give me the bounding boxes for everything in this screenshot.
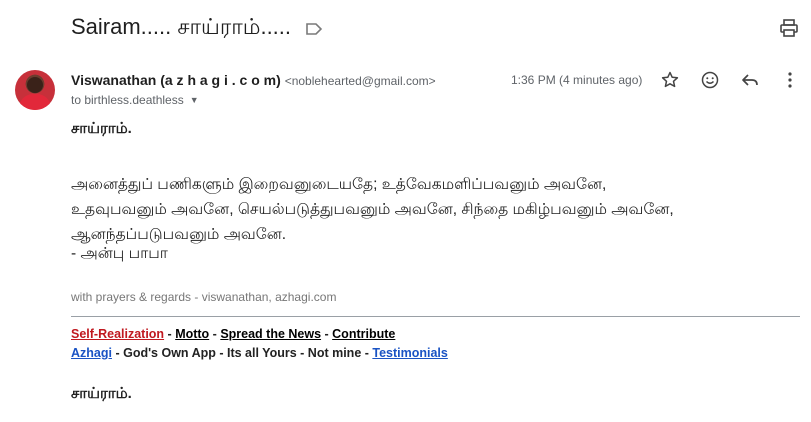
- subject-text: Sairam..... சாய்ராம்.....: [71, 14, 292, 39]
- recipient-text: to birthless.deathless: [71, 93, 184, 107]
- closing-text: சாய்ராம்.: [71, 385, 132, 402]
- print-icon[interactable]: [779, 18, 799, 38]
- message-body: அனைத்துப் பணிகளும் இறைவனுடையதே; உத்வேகமள…: [71, 172, 674, 247]
- separator: -: [164, 327, 176, 341]
- body-line-2: உதவுபவனும் அவனே, செயல்படுத்துபவனும் அவனே…: [71, 201, 674, 218]
- email-subject: Sairam..... சாய்ராம்.....: [71, 14, 323, 43]
- signature-text: - அன்பு பாபா: [71, 245, 168, 262]
- azhagi-link[interactable]: Azhagi: [71, 346, 112, 360]
- self-realization-link[interactable]: Self-Realization: [71, 327, 164, 341]
- signature-divider: [71, 316, 800, 317]
- reply-icon[interactable]: [740, 70, 760, 90]
- regards-text: with prayers & regards - viswanathan, az…: [71, 290, 337, 304]
- motto-link[interactable]: Motto: [175, 327, 209, 341]
- signature-links-row-1: Self-Realization - Motto - Spread the Ne…: [71, 327, 395, 341]
- sender-email: <noblehearted@gmail.com>: [284, 74, 436, 88]
- spread-news-link[interactable]: Spread the News: [220, 327, 321, 341]
- gods-own-app-text: God's Own App - Its all Yours - Not mine: [123, 346, 362, 360]
- contribute-link[interactable]: Contribute: [332, 327, 395, 341]
- testimonials-link[interactable]: Testimonials: [372, 346, 447, 360]
- greeting-text: சாய்ராம்.: [71, 120, 132, 137]
- message-time: 1:36 PM (4 minutes ago): [511, 73, 643, 87]
- separator: -: [111, 346, 124, 360]
- sender-name[interactable]: Viswanathan (a z h a g i . c o m): [71, 72, 281, 88]
- separator: -: [361, 346, 373, 360]
- avatar-face: [27, 77, 43, 93]
- separator: -: [321, 327, 333, 341]
- sender-line: Viswanathan (a z h a g i . c o m) <noble…: [71, 72, 436, 88]
- chevron-down-icon[interactable]: ▼: [190, 95, 199, 105]
- star-outline-icon[interactable]: [660, 70, 680, 90]
- separator: -: [209, 327, 221, 341]
- emoji-icon[interactable]: [700, 70, 720, 90]
- avatar[interactable]: [15, 70, 55, 110]
- label-outline-icon[interactable]: [305, 22, 323, 36]
- recipient-line[interactable]: to birthless.deathless ▼: [71, 93, 199, 107]
- signature-links-row-2: Azhagi - God's Own App - Its all Yours -…: [71, 346, 448, 360]
- body-line-3: ஆனந்தப்படுபவனும் அவனே.: [71, 226, 287, 243]
- body-line-1: அனைத்துப் பணிகளும் இறைவனுடையதே; உத்வேகமள…: [71, 176, 607, 193]
- avatar-shirt: [19, 94, 51, 110]
- more-vert-icon[interactable]: [780, 70, 800, 90]
